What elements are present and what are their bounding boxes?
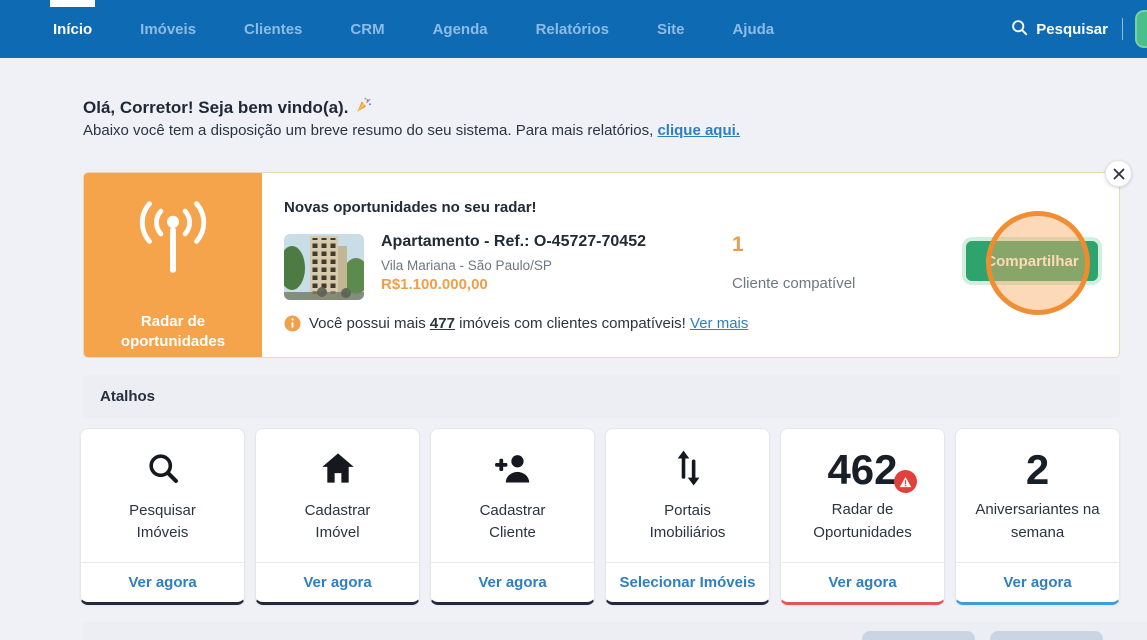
radar-panel-title: Radar de oportunidades <box>113 312 233 353</box>
transfer-arrows-icon <box>673 449 703 487</box>
shortcut-action-link[interactable]: Ver agora <box>431 562 594 602</box>
green-action-button-partial[interactable] <box>1135 10 1147 48</box>
search-icon <box>145 449 181 487</box>
next-section-band <box>83 622 1147 640</box>
nav-divider <box>1122 18 1123 40</box>
reports-link[interactable]: clique aqui. <box>657 122 740 139</box>
birthday-count: 2 <box>1026 449 1049 491</box>
person-add-icon <box>494 449 532 487</box>
info-prefix: Você possui mais <box>309 315 430 332</box>
info-count: 477 <box>430 315 455 332</box>
shortcut-action-link[interactable]: Ver agora <box>256 562 419 602</box>
property-price: R$1.100.000,00 <box>381 276 488 293</box>
radar-heading: Novas oportunidades no seu radar! <box>284 199 537 216</box>
property-title: Apartamento - Ref.: O-45727-70452 <box>381 233 646 251</box>
card-body: 462 Radar de Oportunidades <box>781 429 944 562</box>
nav-right-group: Pesquisar <box>1011 0 1147 58</box>
shortcuts-title: Atalhos <box>100 388 155 405</box>
nav-item-inicio[interactable]: Início <box>53 0 92 58</box>
shortcut-label: Portais Imobiliários <box>628 500 748 545</box>
home-page: Início Imóveis Clientes CRM Agenda Relat… <box>0 0 1147 640</box>
nav-item-imoveis[interactable]: Imóveis <box>140 0 196 58</box>
close-icon <box>1113 168 1125 180</box>
nav-item-relatorios[interactable]: Relatórios <box>536 0 609 58</box>
nav-item-site[interactable]: Site <box>657 0 685 58</box>
info-icon <box>284 315 301 332</box>
count-value: 462 <box>827 446 897 493</box>
nav-item-agenda[interactable]: Agenda <box>433 0 488 58</box>
shortcut-label: Pesquisar Imóveis <box>108 500 218 545</box>
close-button[interactable] <box>1105 160 1132 187</box>
partial-button-right[interactable] <box>990 631 1103 640</box>
greeting-subtitle: Abaixo você tem a disposição um breve re… <box>83 122 740 139</box>
shortcut-label: Cadastrar Cliente <box>458 500 568 545</box>
shortcut-card-portais-imobiliarios[interactable]: Portais Imobiliários Selecionar Imóveis <box>605 428 770 605</box>
shortcut-card-aniversariantes[interactable]: 2 Aniversariantes na semana Ver agora <box>955 428 1120 605</box>
property-location: Vila Mariana - São Paulo/SP <box>381 258 552 273</box>
greeting-text: Olá, Corretor! Seja bem vindo(a). <box>83 98 348 118</box>
party-popper-icon <box>355 96 373 119</box>
info-text: Você possui mais 477 imóveis com cliente… <box>309 315 748 332</box>
count-value: 2 <box>1026 446 1049 493</box>
radar-panel: Radar de oportunidades <box>84 173 262 357</box>
card-body: Cadastrar Cliente <box>431 429 594 562</box>
shortcut-action-link[interactable]: Selecionar Imóveis <box>606 562 769 602</box>
nav-item-clientes[interactable]: Clientes <box>244 0 302 58</box>
nav-item-ajuda[interactable]: Ajuda <box>732 0 774 58</box>
radar-antenna-icon <box>130 199 216 290</box>
greeting-subtitle-text: Abaixo você tem a disposição um breve re… <box>83 122 657 139</box>
greeting-title: Olá, Corretor! Seja bem vindo(a). <box>83 96 373 119</box>
card-body: 2 Aniversariantes na semana <box>956 429 1119 562</box>
radar-opportunities-card: Radar de oportunidades Novas oportunidad… <box>83 172 1120 358</box>
search-icon <box>1011 19 1028 40</box>
shortcut-label: Aniversariantes na semana <box>965 499 1110 544</box>
shortcut-action-link[interactable]: Ver agora <box>956 562 1119 602</box>
shortcut-label: Radar de Oportunidades <box>798 499 928 544</box>
shortcut-card-radar-oportunidades[interactable]: 462 Radar de Oportunidades Ver agora <box>780 428 945 605</box>
radar-count: 462 <box>827 449 897 491</box>
see-more-link[interactable]: Ver mais <box>690 315 748 332</box>
shortcut-action-link[interactable]: Ver agora <box>781 562 944 602</box>
shortcut-card-cadastrar-cliente[interactable]: Cadastrar Cliente Ver agora <box>430 428 595 605</box>
home-icon <box>320 449 356 487</box>
warning-badge-icon <box>894 470 917 493</box>
shortcut-card-cadastrar-imovel[interactable]: Cadastrar Imóvel Ver agora <box>255 428 420 605</box>
top-navigation-bar: Início Imóveis Clientes CRM Agenda Relat… <box>0 0 1147 58</box>
card-body: Portais Imobiliários <box>606 429 769 562</box>
shortcut-action-link[interactable]: Ver agora <box>81 562 244 602</box>
search-button[interactable]: Pesquisar <box>1011 19 1108 40</box>
radar-info-row: Você possui mais 477 imóveis com cliente… <box>284 315 748 332</box>
shortcut-label: Cadastrar Imóvel <box>283 500 393 545</box>
search-label: Pesquisar <box>1036 21 1108 38</box>
property-thumbnail <box>284 234 364 300</box>
share-button[interactable]: Compartilhar <box>966 241 1098 281</box>
card-body: Pesquisar Imóveis <box>81 429 244 562</box>
compatible-client-label: Cliente compatível <box>732 275 855 292</box>
nav-item-crm[interactable]: CRM <box>350 0 384 58</box>
info-suffix: imóveis com clientes compatíveis! <box>455 315 690 332</box>
compatible-client-count: 1 <box>732 233 744 257</box>
card-body: Cadastrar Imóvel <box>256 429 419 562</box>
shortcuts-section-header: Atalhos <box>83 375 1120 418</box>
shortcut-card-pesquisar-imoveis[interactable]: Pesquisar Imóveis Ver agora <box>80 428 245 605</box>
partial-button-left[interactable] <box>862 631 975 640</box>
